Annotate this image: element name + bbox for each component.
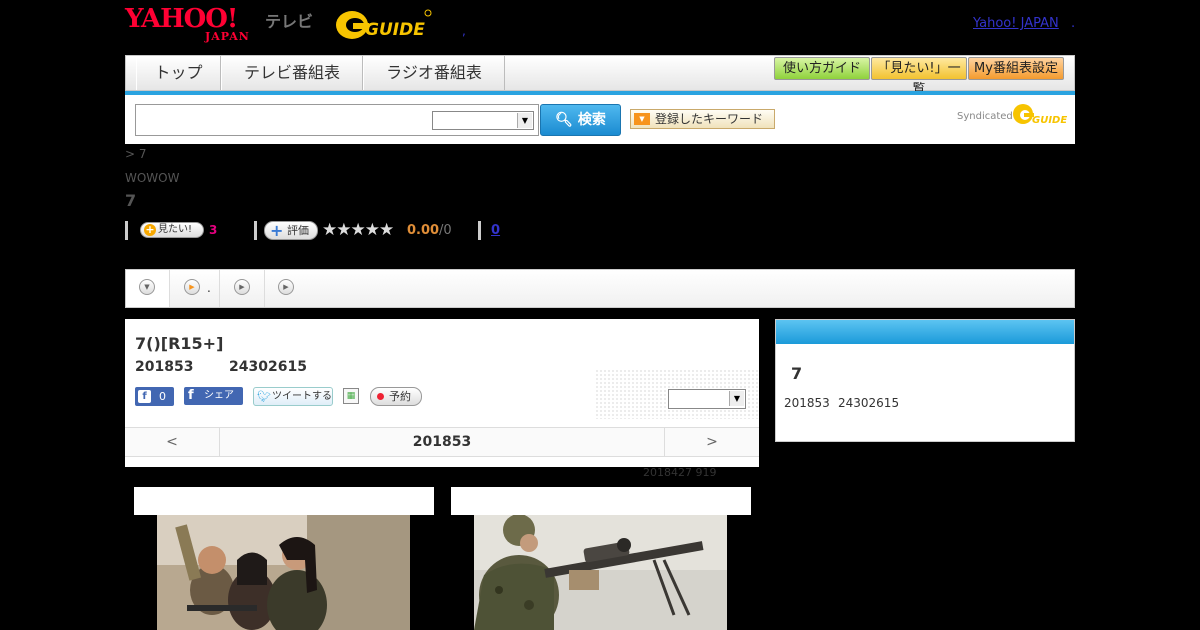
- side-panel-title[interactable]: 7: [791, 364, 802, 383]
- rating-stars: ★★★★★: [322, 220, 394, 240]
- arrow-down-icon: ▼: [634, 113, 650, 125]
- chevron-down-icon: ▼: [729, 391, 744, 406]
- gguide-logo[interactable]: GUIDE: [335, 7, 433, 41]
- yahoo-wordmark: YAHOO!: [125, 4, 238, 34]
- chevron-down-icon: ▼: [139, 279, 155, 295]
- japan-wordmark: JAPAN: [205, 30, 250, 43]
- want-to-watch-label: 見たい!: [158, 224, 193, 235]
- pager-prev-button[interactable]: <: [125, 428, 220, 456]
- search-icon: 🔍︎: [555, 112, 573, 128]
- facebook-like-count: 0: [159, 390, 166, 403]
- detail-select[interactable]: ▼: [668, 389, 746, 409]
- search-button[interactable]: 🔍︎ 検索: [540, 104, 621, 136]
- reviews-count-link[interactable]: 0: [491, 223, 500, 238]
- program-date: 201853: [135, 359, 194, 375]
- side-panel-time: 24302615: [838, 396, 900, 410]
- site-header: YAHOO! JAPAN テレビ GUIDE , Yahoo! JAPAN .: [0, 0, 1200, 50]
- action-separator: [478, 221, 481, 240]
- facebook-share-label: シェア: [204, 390, 234, 401]
- syndicated-gguide-logo: GUIDE: [1013, 104, 1067, 126]
- watchlist-button[interactable]: 「見たい!」一覧: [871, 57, 967, 97]
- tab-4[interactable]: ▶: [265, 270, 305, 307]
- yahoo-japan-link[interactable]: Yahoo! JAPAN: [973, 16, 1059, 31]
- nav-tab-tv-listings[interactable]: テレビ番組表: [221, 56, 363, 90]
- want-to-watch-count: 3: [209, 223, 218, 237]
- image-card[interactable]: [134, 487, 434, 630]
- twitter-bird-icon: 🐦︎: [257, 390, 271, 403]
- my-listings-settings-button[interactable]: My番組表設定: [968, 57, 1064, 80]
- play-icon: ▶: [278, 279, 294, 295]
- header-mini-dot: ,: [462, 24, 466, 38]
- program-title: 7()[R15+]: [135, 334, 224, 353]
- image-card[interactable]: [451, 487, 751, 630]
- search-category-select[interactable]: ▼: [432, 111, 534, 130]
- tweet-button[interactable]: 🐦︎ ツイートする: [253, 387, 333, 406]
- plus-icon: +: [270, 221, 284, 240]
- play-icon: ▶: [234, 279, 250, 295]
- content-tabs: ▼ ▶ . ▶ ▶: [125, 269, 1075, 308]
- tab-3[interactable]: ▶: [220, 270, 265, 307]
- page-title: 7: [125, 191, 137, 210]
- tab-2-label: .: [207, 281, 211, 295]
- side-panel: 7 201853 24302615: [775, 319, 1075, 442]
- search-button-label: 検索: [577, 112, 606, 128]
- channel-name: WOWOW: [125, 171, 180, 185]
- plus-icon: +: [144, 223, 156, 236]
- rate-button[interactable]: + 評価: [264, 221, 318, 240]
- chevron-down-icon: ▼: [517, 113, 532, 128]
- global-nav: トップ テレビ番組表 ラジオ番組表 使い方ガイド 「見たい!」一覧 My番組表設…: [125, 55, 1075, 97]
- image-card-header: [134, 487, 434, 515]
- want-to-watch-button[interactable]: + 見たい!: [140, 222, 204, 238]
- action-separator: [254, 221, 257, 240]
- facebook-like-button[interactable]: f 0: [135, 387, 174, 406]
- rate-label: 評価: [287, 224, 309, 237]
- program-still-image[interactable]: [157, 515, 410, 630]
- svg-text:GUIDE: GUIDE: [1032, 115, 1067, 126]
- facebook-icon: f: [138, 390, 151, 403]
- reserve-label: 予約: [389, 390, 411, 403]
- pager-next-button[interactable]: >: [664, 428, 759, 456]
- calendar-icon[interactable]: ▦: [343, 388, 359, 404]
- tab-2[interactable]: ▶ .: [170, 270, 220, 307]
- saved-keywords-button[interactable]: ▼ 登録したキーワード: [630, 109, 775, 129]
- facebook-icon: f: [188, 388, 194, 403]
- saved-keywords-label: 登録したキーワード: [655, 112, 764, 126]
- side-panel-date: 201853: [784, 396, 830, 410]
- facebook-share-button[interactable]: f シェア: [184, 387, 243, 405]
- record-dot-icon: [377, 393, 384, 400]
- yahoo-japan-logo[interactable]: YAHOO! JAPAN: [125, 5, 265, 43]
- date-pager: < 201853 >: [125, 427, 759, 457]
- pager-current-date: 201853: [412, 434, 472, 450]
- usage-guide-button[interactable]: 使い方ガイド: [774, 57, 870, 80]
- breadcrumb[interactable]: > 7: [125, 147, 147, 161]
- image-card-header: [451, 487, 751, 515]
- rating-score: 0.00: [407, 223, 440, 238]
- action-separator: [125, 221, 128, 240]
- search-bar: ▼ 🔍︎ 検索 ▼ 登録したキーワード Syndicated GUIDE: [125, 95, 1075, 144]
- program-detail-panel: 7()[R15+] 201853 24302615 f 0 f シェア 🐦︎ ツ…: [125, 319, 759, 467]
- syndicated-label: Syndicated: [957, 111, 1013, 122]
- side-panel-header: [776, 320, 1074, 344]
- tv-label[interactable]: テレビ: [265, 8, 313, 32]
- header-dot: .: [1071, 16, 1076, 31]
- tweet-label: ツイートする: [272, 391, 332, 402]
- play-icon: ▶: [184, 279, 200, 295]
- svg-text:GUIDE: GUIDE: [365, 20, 425, 40]
- nav-tab-top[interactable]: トップ: [136, 56, 221, 90]
- update-timestamp: 2018427 919: [643, 466, 717, 479]
- rating-count: /0: [439, 223, 452, 238]
- tab-1[interactable]: ▼: [126, 270, 170, 307]
- program-time: 24302615: [229, 359, 307, 375]
- reserve-button[interactable]: 予約: [370, 387, 422, 406]
- program-still-image[interactable]: [474, 515, 727, 630]
- nav-tab-radio-listings[interactable]: ラジオ番組表: [363, 56, 505, 90]
